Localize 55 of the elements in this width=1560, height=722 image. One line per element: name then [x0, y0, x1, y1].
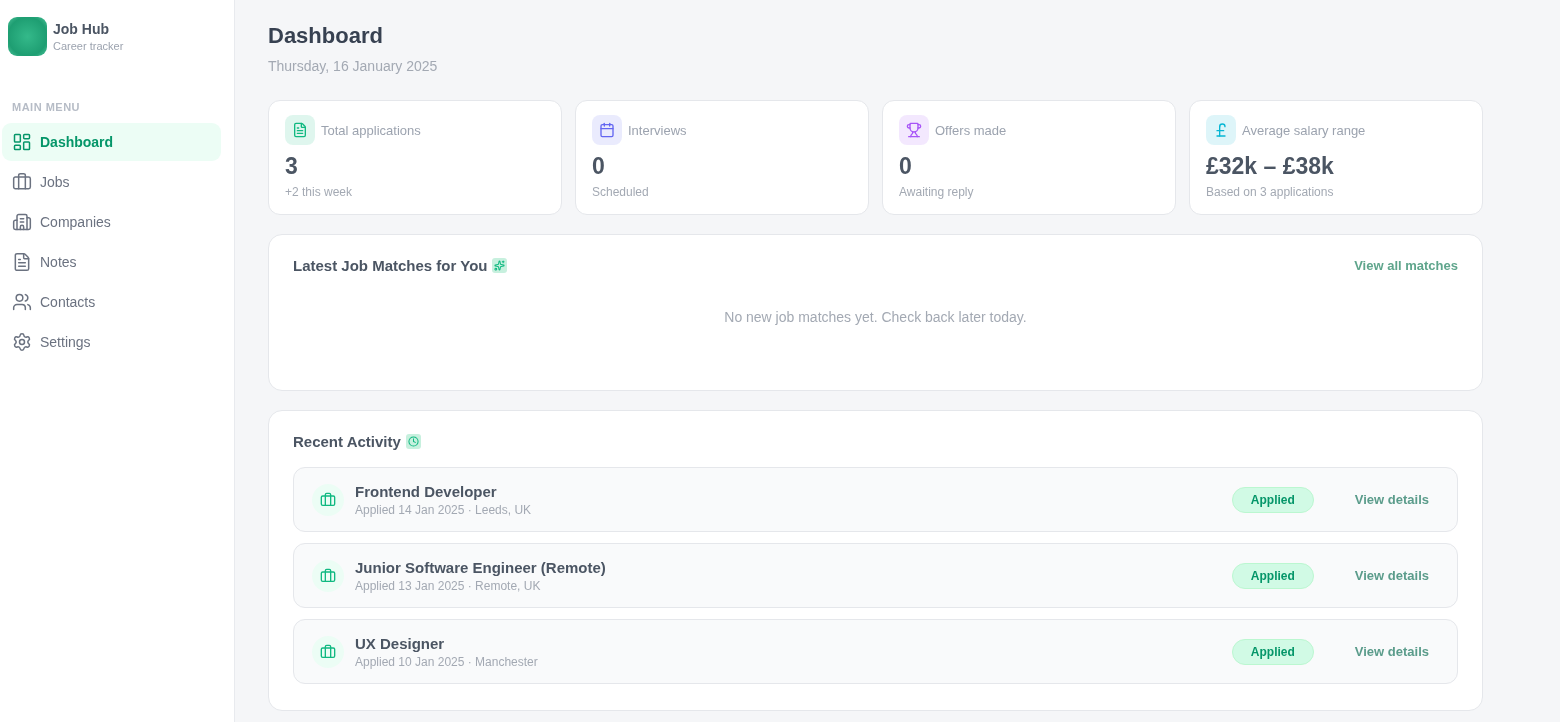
nav-item[interactable]: Notes: [2, 243, 221, 281]
document-icon: [12, 252, 32, 272]
job-title: UX Designer: [355, 634, 445, 652]
nav-item[interactable]: Jobs: [2, 163, 221, 201]
logo-icon: [8, 17, 47, 56]
view-all-link[interactable]: View all matches: [1354, 258, 1458, 273]
nav-item[interactable]: Settings: [2, 323, 221, 361]
view-details-link[interactable]: View details: [1354, 644, 1429, 659]
job-subtitle: Applied 10 Jan 2025 · Manchester: [355, 654, 538, 669]
dashboard-icon: [12, 132, 32, 152]
building-icon: [12, 212, 32, 232]
stat-label: Offers made: [935, 122, 1007, 138]
nav-item[interactable]: Dashboard: [2, 123, 221, 161]
section-title: Recent Activity: [293, 433, 401, 450]
job-title: Frontend Developer: [355, 482, 497, 500]
page-date: Thursday, 16 January 2025: [268, 58, 438, 74]
app-name: Job Hub: [53, 21, 110, 37]
nav-section-label: MAIN MENU: [12, 101, 82, 113]
stat-value: 0: [592, 153, 605, 179]
clock-icon: [405, 434, 421, 449]
view-details-link[interactable]: View details: [1354, 568, 1429, 583]
job-title: Junior Software Engineer (Remote): [355, 558, 606, 576]
stat-note: Scheduled: [592, 185, 649, 199]
stat-note: Awaiting reply: [899, 185, 974, 199]
view-details-link[interactable]: View details: [1354, 492, 1429, 507]
briefcase-icon: [312, 559, 344, 592]
empty-state-text: No new job matches yet. Check back later today.: [724, 309, 1027, 325]
stat-label: Average salary range: [1242, 122, 1366, 138]
stat-value: 0: [899, 153, 912, 179]
calendar-icon: [592, 115, 622, 145]
status-badge: Applied: [1231, 562, 1314, 589]
pound-icon: [1206, 115, 1236, 145]
stat-label: Interviews: [628, 122, 687, 138]
job-subtitle: Applied 13 Jan 2025 · Remote, UK: [355, 578, 541, 593]
briefcase-icon: [312, 483, 344, 516]
page-title: Dashboard: [268, 22, 383, 50]
document-icon: [285, 115, 315, 145]
settings-icon: [12, 332, 32, 352]
status-badge: Applied: [1231, 638, 1314, 665]
briefcase-icon: [12, 172, 32, 192]
stat-label: Total applications: [321, 122, 421, 138]
stat-note: Based on 3 applications: [1206, 185, 1334, 199]
briefcase-icon: [312, 635, 344, 668]
stat-value: £32k – £38k: [1206, 153, 1334, 179]
app-tagline: Career tracker: [53, 40, 124, 52]
stat-note: +2 this week: [285, 185, 353, 199]
status-badge: Applied: [1231, 486, 1314, 513]
trophy-icon: [899, 115, 929, 145]
stat-value: 3: [285, 153, 298, 179]
job-subtitle: Applied 14 Jan 2025 · Leeds, UK: [355, 502, 532, 517]
sparkle-icon: [492, 258, 508, 273]
section-title: Latest Job Matches for You: [293, 257, 488, 274]
nav-item[interactable]: Companies: [2, 203, 221, 241]
people-icon: [12, 292, 32, 312]
nav-item[interactable]: Contacts: [2, 283, 221, 321]
